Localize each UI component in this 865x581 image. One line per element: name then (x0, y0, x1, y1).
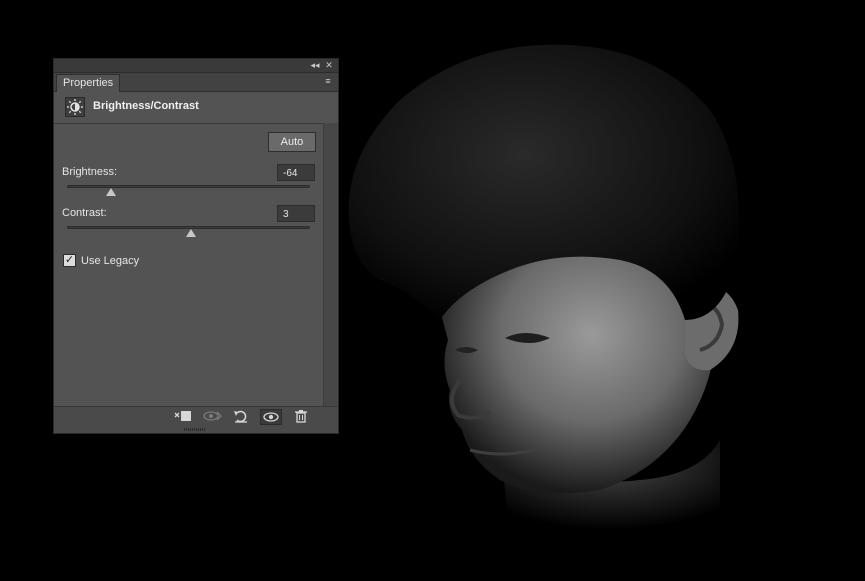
close-panel-icon[interactable]: ✕ (322, 59, 336, 72)
brightness-slider-track[interactable] (67, 185, 310, 188)
auto-button[interactable]: Auto (268, 132, 316, 152)
brightness-input[interactable]: -64 (277, 164, 315, 181)
contrast-slider-thumb[interactable] (185, 229, 196, 237)
panel-titlebar[interactable]: ◂◂ ✕ (54, 59, 338, 73)
panel-menu-icon[interactable]: ≡ (321, 76, 335, 87)
contrast-input[interactable]: 3 (277, 205, 315, 222)
visibility-eye-icon[interactable] (260, 409, 282, 425)
use-legacy-checkbox[interactable]: ✓ (63, 254, 76, 267)
view-previous-state-icon[interactable] (202, 409, 224, 425)
properties-panel: ◂◂ ✕ Properties ≡ Brightness/Contrast Au… (53, 58, 339, 434)
panel-tab-row: Properties ≡ (54, 73, 338, 92)
panel-body: Auto Brightness: -64 Contrast: 3 ✓ Use L… (54, 123, 324, 407)
reset-icon[interactable] (230, 409, 252, 425)
brightness-slider-thumb[interactable] (105, 188, 116, 196)
panel-scrollbar[interactable] (323, 123, 338, 407)
panel-resize-grip[interactable] (54, 427, 338, 433)
panel-footer-toolbar (54, 406, 338, 427)
collapse-panel-icon[interactable]: ◂◂ (308, 59, 322, 72)
use-legacy-label: Use Legacy (81, 255, 140, 267)
tab-properties[interactable]: Properties (56, 74, 121, 92)
trash-icon[interactable] (290, 409, 312, 425)
brightness-label: Brightness: (62, 166, 118, 178)
contrast-label: Contrast: (62, 207, 107, 219)
adjustment-header: Brightness/Contrast (54, 92, 338, 124)
portrait-photo (340, 20, 865, 581)
adjustment-title: Brightness/Contrast (93, 100, 199, 112)
clip-to-layer-icon[interactable] (172, 409, 194, 425)
brightness-contrast-icon (65, 97, 85, 117)
